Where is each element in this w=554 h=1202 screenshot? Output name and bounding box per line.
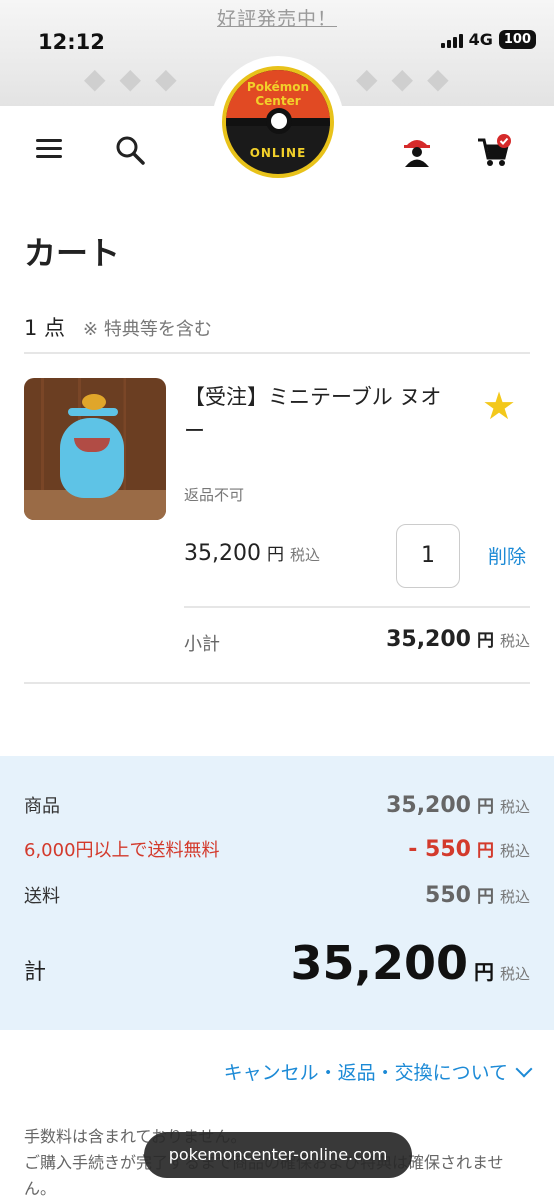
delete-button[interactable]: 削除 xyxy=(488,542,526,569)
cart-count: 1 点 ※ 特典等を含む xyxy=(24,312,212,342)
menu-icon[interactable] xyxy=(36,134,68,166)
summary-row-shipping: 送料 550 円税込 xyxy=(24,883,530,908)
status-time: 12:12 xyxy=(38,30,105,54)
cart-count-note: ※ 特典等を含む xyxy=(83,319,212,340)
non-returnable-label: 返品不可 xyxy=(184,486,245,504)
discount-value: - 550 xyxy=(408,837,471,862)
browser-url-bar[interactable]: pokemoncenter-online.com xyxy=(144,1132,412,1178)
subtotal-value: 35,200 xyxy=(386,627,471,652)
divider xyxy=(24,682,530,684)
pokemon-silhouettes-right-icon: ◆◆◆ xyxy=(356,62,463,95)
goods-label: 商品 xyxy=(24,796,60,817)
goods-value: 35,200 xyxy=(386,793,471,818)
total-value: 35,200 xyxy=(290,936,468,990)
battery-icon: 100 xyxy=(498,30,536,49)
promo-link[interactable]: 好評発売中！ xyxy=(0,4,554,31)
status-indicators: 4G 100 xyxy=(440,30,536,49)
search-icon[interactable] xyxy=(114,134,146,166)
shipping-value: 550 xyxy=(425,883,471,908)
yen-unit: 円 xyxy=(476,631,494,651)
page-title: カート xyxy=(24,234,121,272)
divider xyxy=(184,606,530,608)
pokemon-silhouettes-left-icon: ◆◆◆ xyxy=(84,62,191,95)
shipping-label: 送料 xyxy=(24,886,60,907)
unit-price-value: 35,200 xyxy=(184,541,261,566)
favorite-star-icon[interactable]: ★ xyxy=(482,384,516,428)
cart-icon[interactable] xyxy=(476,134,511,166)
tax-included: 税込 xyxy=(289,546,320,564)
product-image[interactable] xyxy=(24,378,166,520)
summary-row-discount: 6,000円以上で送料無料 - 550 円税込 xyxy=(24,837,530,862)
chevron-down-icon xyxy=(515,1060,533,1077)
cart-count-value: 1 点 xyxy=(24,316,66,340)
divider xyxy=(24,352,530,354)
order-summary: 商品 35,200 円税込 6,000円以上で送料無料 - 550 円税込 送料 5… xyxy=(0,756,554,1030)
free-shipping-label: 6,000円以上で送料無料 xyxy=(24,840,220,861)
unit-price: 35,200 円 税込 xyxy=(184,540,320,566)
summary-row-total: 計 35,200 円税込 xyxy=(24,936,530,990)
logo-text-top: Pokémon Center xyxy=(246,80,310,108)
account-icon[interactable] xyxy=(400,134,432,167)
subtotal: 35,200 円 税込 xyxy=(386,626,530,652)
tax-included: 税込 xyxy=(499,632,530,650)
summary-row-goods: 商品 35,200 円税込 xyxy=(24,793,530,818)
logo-text-bottom: ONLINE xyxy=(249,146,307,160)
product-name[interactable]: 【受注】ミニテーブル ヌオー xyxy=(184,380,444,448)
signal-icon xyxy=(440,32,463,48)
pokemon-center-logo[interactable]: Pokémon Center ONLINE xyxy=(222,66,334,178)
quantity-input[interactable]: 1 xyxy=(396,524,460,588)
subtotal-label: 小計 xyxy=(184,634,220,655)
network-type: 4G xyxy=(468,30,493,49)
cancel-return-accordion[interactable]: キャンセル・返品・交換について xyxy=(223,1058,533,1085)
accordion-label: キャンセル・返品・交換について xyxy=(223,1062,508,1084)
total-label: 計 xyxy=(24,960,47,985)
yen-unit: 円 xyxy=(266,545,284,565)
